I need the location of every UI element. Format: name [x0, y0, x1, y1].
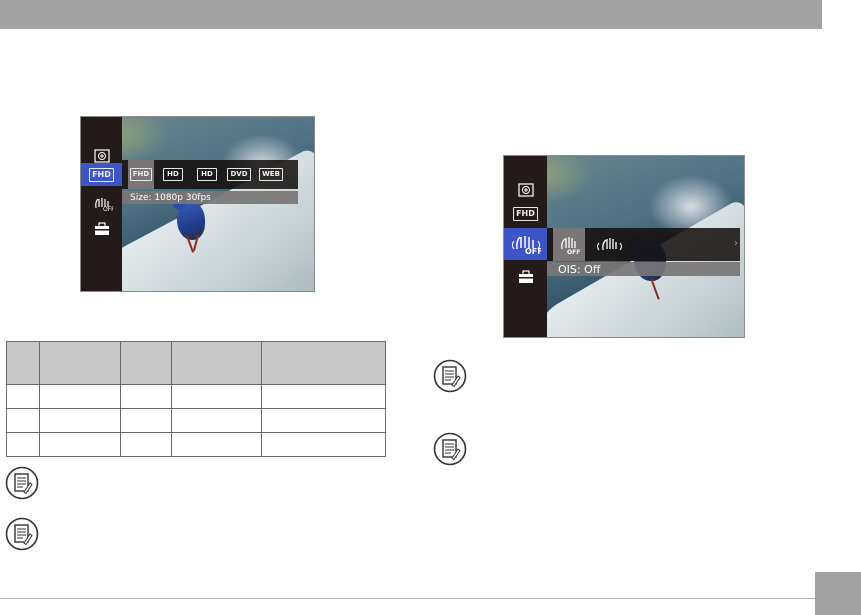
- table-header-cell: [261, 341, 386, 385]
- table-cell: [171, 384, 262, 409]
- table-cell: [120, 408, 172, 433]
- table-cell: [261, 384, 386, 409]
- table-cell: [39, 384, 121, 409]
- table-header-row: [6, 341, 386, 385]
- table-cell: [39, 408, 121, 433]
- footer-rule: [0, 598, 815, 599]
- size-option-hd-1[interactable]: HD: [160, 160, 186, 189]
- size-options-strip: FHD HD HD DVD WEB: [122, 160, 298, 189]
- ois-caption: OIS: Off: [547, 262, 740, 276]
- table-cell: [6, 384, 40, 409]
- ois-off-icon[interactable]: OFF: [504, 228, 547, 260]
- table-cell: [120, 432, 172, 457]
- table-header-cell: [39, 341, 121, 385]
- ois-off-option[interactable]: OFF: [553, 228, 585, 261]
- note-icon: [433, 432, 467, 466]
- size-caption-text: Size: 1080p 30fps: [130, 192, 211, 203]
- menu-sidebar: FHD OFF: [504, 156, 547, 337]
- toolbox-icon[interactable]: [81, 218, 122, 240]
- table-row: [6, 432, 386, 457]
- table-cell: [261, 408, 386, 433]
- svg-text:OFF: OFF: [103, 206, 113, 212]
- page-number-tab: [815, 572, 861, 615]
- toolbox-icon[interactable]: [504, 266, 547, 288]
- size-option-dvd[interactable]: DVD: [226, 160, 252, 189]
- ois-off-icon[interactable]: OFF: [81, 193, 122, 215]
- sidebar-fhd-label: FHD: [89, 167, 114, 182]
- table-row: [6, 408, 386, 433]
- table-cell: [261, 432, 386, 457]
- ois-on-option[interactable]: [593, 228, 625, 261]
- header-bar: [0, 0, 822, 29]
- ois-options-strip: OFF ›: [547, 228, 740, 261]
- size-option-web[interactable]: WEB: [258, 160, 284, 189]
- size-option-hd-2[interactable]: HD: [194, 160, 220, 189]
- note-icon: [5, 517, 39, 551]
- sidebar-fhd-label: FHD: [513, 207, 538, 221]
- table-header-cell: [6, 341, 40, 385]
- exposure-icon[interactable]: [504, 179, 547, 201]
- fhd-icon[interactable]: FHD: [81, 163, 122, 186]
- size-option-fhd[interactable]: FHD: [128, 160, 154, 189]
- svg-text:OFF: OFF: [567, 249, 580, 255]
- ois-caption-text: OIS: Off: [558, 262, 601, 276]
- table-cell: [120, 384, 172, 409]
- svg-text:OFF: OFF: [525, 247, 541, 255]
- table-header-cell: [171, 341, 262, 385]
- table-cell: [39, 432, 121, 457]
- note-icon: [433, 359, 467, 393]
- menu-sidebar: FHD OFF: [81, 117, 122, 291]
- table-row: [6, 384, 386, 409]
- table-header-cell: [120, 341, 172, 385]
- fhd-icon[interactable]: FHD: [504, 203, 547, 225]
- chevron-right-icon[interactable]: ›: [734, 238, 738, 249]
- size-caption: Size: 1080p 30fps: [122, 191, 298, 204]
- table-cell: [171, 432, 262, 457]
- table-cell: [6, 408, 40, 433]
- table-cell: [171, 408, 262, 433]
- table-cell: [6, 432, 40, 457]
- video-size-screenshot: FHD OFF FHD HD HD DVD WEB Size: 1080p 30…: [80, 116, 315, 292]
- note-icon: [5, 466, 39, 500]
- video-size-table: [6, 341, 386, 457]
- ois-screenshot: FHD OFF OFF › OIS: Off: [503, 155, 745, 338]
